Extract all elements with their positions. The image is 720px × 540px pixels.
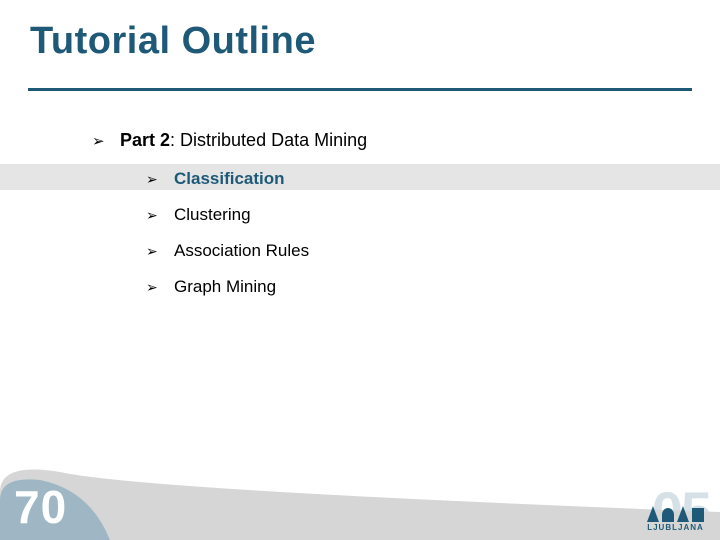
bullet-icon: ➢ <box>92 131 105 152</box>
bullet-icon: ➢ <box>146 170 158 190</box>
outline-part: ➢ Part 2: Distributed Data Mining <box>92 128 680 153</box>
title-underline <box>28 88 692 91</box>
outline-item-label: Clustering <box>146 203 251 227</box>
footer-shape <box>0 462 720 540</box>
outline-content: ➢ Part 2: Distributed Data Mining ➢ Clas… <box>92 128 680 308</box>
logo-caption: LJUBLJANA <box>647 523 704 532</box>
outline-item: ➢ Clustering <box>146 203 680 227</box>
page-number: 70 <box>14 480 67 534</box>
logo-shape-icon <box>662 508 674 522</box>
slide-title: Tutorial Outline <box>30 20 316 63</box>
slide: Tutorial Outline ➢ Part 2: Distributed D… <box>0 0 720 540</box>
outline-item-label: Association Rules <box>146 239 309 263</box>
conference-logo: LJUBLJANA <box>647 502 704 532</box>
logo-shape-icon <box>677 506 689 522</box>
part-label: Part 2 <box>120 130 170 150</box>
logo-glyphs <box>647 502 704 522</box>
outline-item-label: Classification <box>146 167 285 191</box>
outline-item: ➢ Graph Mining <box>146 275 680 299</box>
bullet-icon: ➢ <box>146 206 158 226</box>
part-sep: : <box>170 130 180 150</box>
outline-item: ➢ Association Rules <box>146 239 680 263</box>
outline-item: ➢ Classification <box>146 167 680 191</box>
logo-shape-icon <box>692 508 704 522</box>
bullet-icon: ➢ <box>146 278 158 298</box>
logo-shape-icon <box>647 506 659 522</box>
part-title: Distributed Data Mining <box>180 130 367 150</box>
outline-item-label: Graph Mining <box>146 275 276 299</box>
bullet-icon: ➢ <box>146 242 158 262</box>
